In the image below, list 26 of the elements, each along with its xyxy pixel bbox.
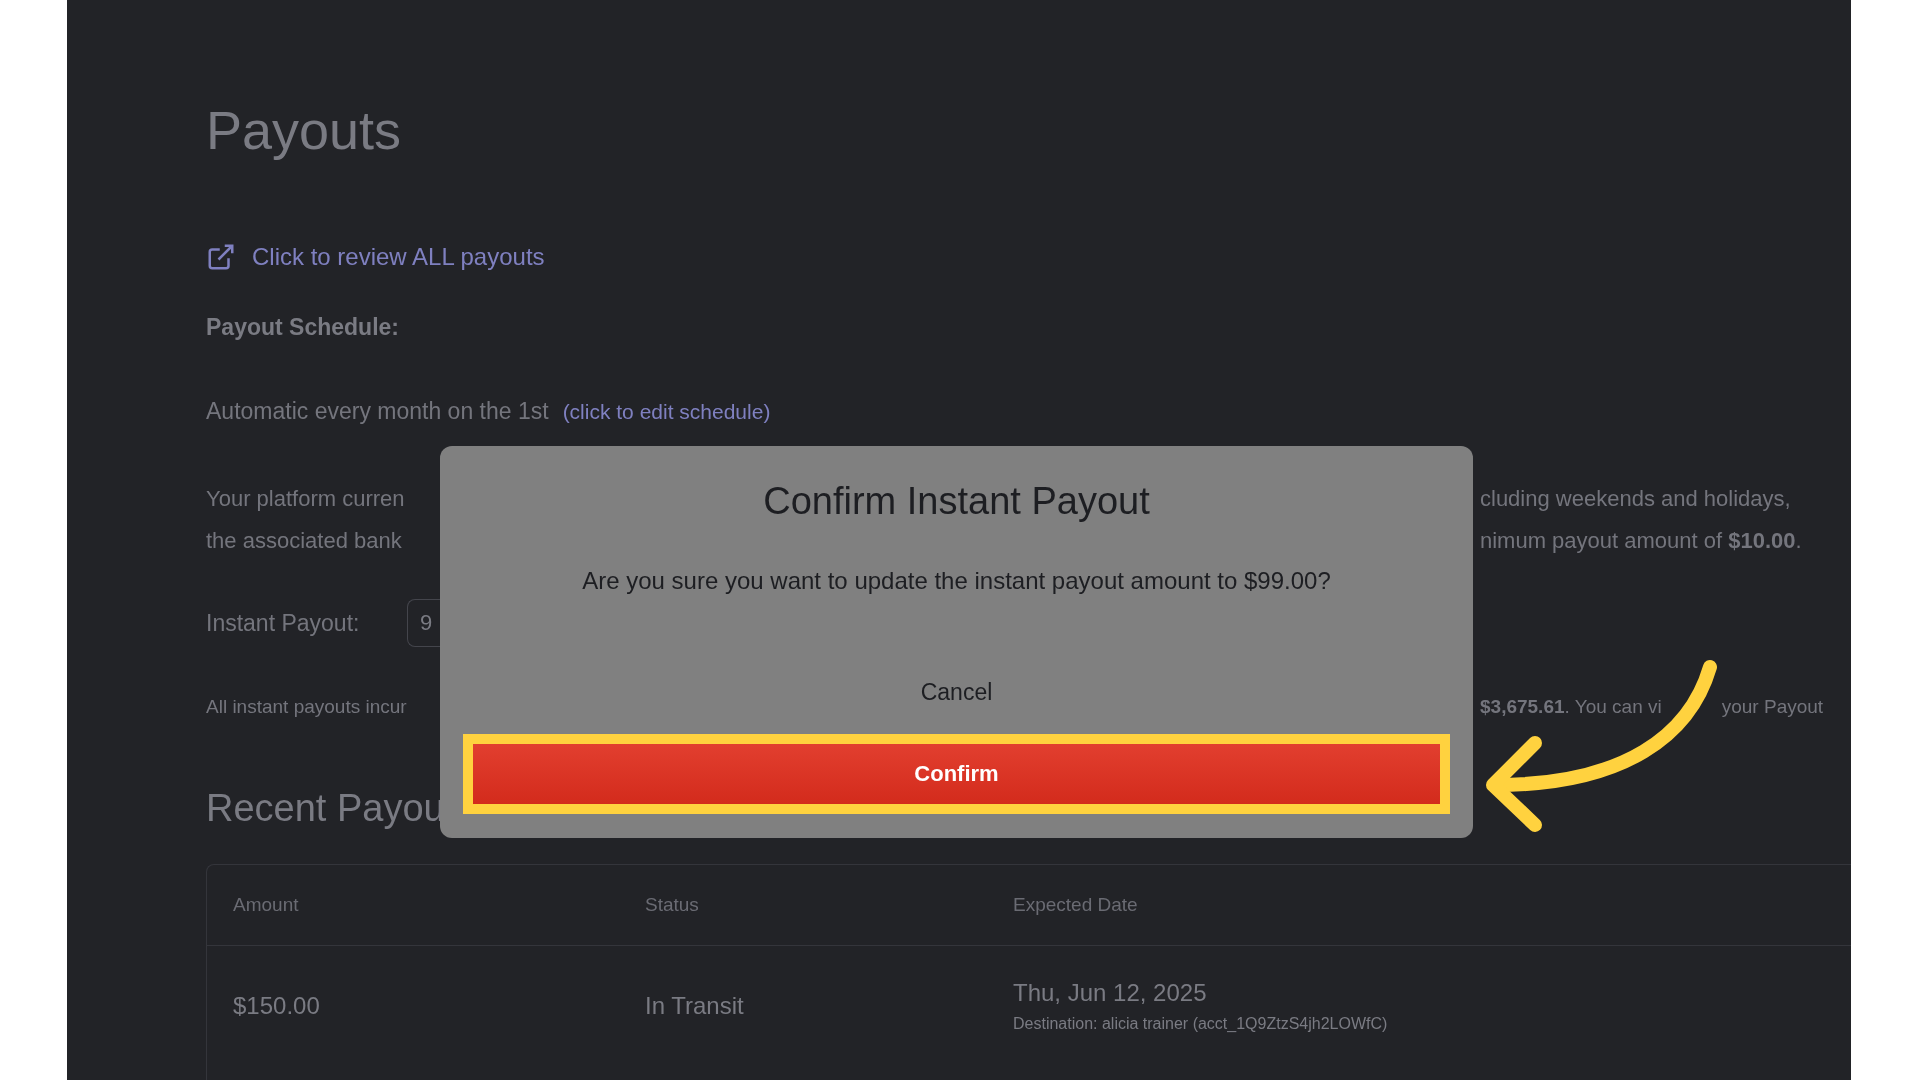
schedule-label: Payout Schedule: (206, 314, 400, 341)
status-cell-text: In Transit (645, 992, 745, 1020)
description-text: nimum payout amount of $10.00. (1480, 527, 1803, 555)
column-header: Status (645, 894, 700, 916)
description-text: Your platform curren (206, 485, 406, 513)
description-text: cluding weekends and holidays, (1480, 485, 1792, 513)
destination-text: Destination: alicia trainer (acct_1Q9ZtzS4jh2LOWfC) (1013, 1015, 1389, 1033)
cancel-button[interactable]: Cancel (910, 675, 1003, 710)
dialog-message: Are you sure you want to update the instant payout amount to $99.00? (582, 567, 1331, 595)
page-title: Payouts (206, 99, 403, 162)
dialog-title: Confirm Instant Payout (763, 480, 1150, 523)
edit-schedule-link[interactable]: (click to edit schedule) (562, 400, 771, 424)
external-link-icon (206, 242, 236, 272)
fee-note-text: All instant payouts incur (206, 695, 408, 719)
amount-cell-text: $150.00 (233, 992, 321, 1020)
column-header: Expected Date (1013, 894, 1139, 916)
confirm-button[interactable]: Confirm (463, 734, 1450, 814)
schedule-text: Automatic every month on the 1st (206, 398, 549, 425)
instant-payout-label: Instant Payout: (206, 609, 361, 637)
fee-note-text: your Payout (1721, 695, 1824, 719)
column-header: Amount (233, 894, 300, 916)
description-text: the associated bank (206, 527, 403, 555)
review-payouts-link[interactable]: Click to review ALL payouts (252, 243, 545, 271)
date-cell-text: Thu, Jun 12, 2025 (1013, 979, 1208, 1007)
fee-note-text: $3,675.61. You can vi (1480, 695, 1662, 719)
recent-payouts-heading: Recent Payou (206, 787, 446, 830)
